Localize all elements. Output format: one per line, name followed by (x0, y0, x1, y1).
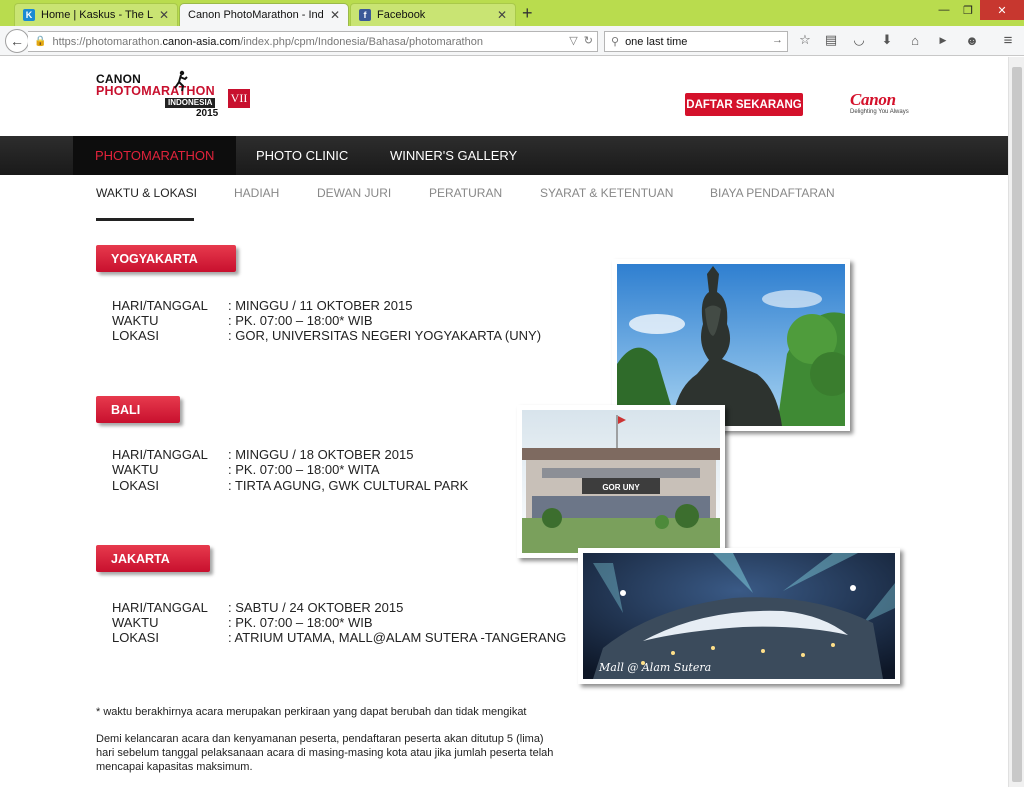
row-value: : MINGGU / 11 OKTOBER 2015 (228, 298, 413, 313)
back-arrow-icon: ← (10, 33, 24, 49)
tab-title: Facebook (377, 9, 426, 21)
row-label: LOKASI (112, 630, 159, 645)
reload-icon[interactable]: ↻ (584, 35, 593, 47)
row-label: WAKTU (112, 313, 159, 328)
pocket-icon[interactable]: ◡ (850, 31, 868, 49)
logo-indonesia: INDONESIA (165, 98, 216, 108)
search-value: one last time (625, 35, 688, 48)
gor-sign-text: GOR UNY (602, 483, 640, 492)
city-header-bali: BALI (96, 396, 180, 423)
url-path: /index.php/cpm/Indonesia/Bahasa/photomar… (240, 35, 483, 48)
close-window-icon[interactable]: ✕ (980, 0, 1024, 20)
row-value: : MINGGU / 18 OKTOBER 2015 (228, 447, 414, 462)
logo-badge: VII (228, 89, 250, 108)
search-field[interactable]: ⚲ one last time → (604, 31, 788, 52)
tab-canon[interactable]: Canon PhotoMarathon - Indo... ✕ (179, 3, 349, 26)
youtube-icon[interactable]: ▶ (934, 31, 952, 49)
url-domain: canon-asia.com (162, 35, 241, 48)
subnav-dewan-juri[interactable]: DEWAN JURI (317, 186, 391, 200)
tab-facebook[interactable]: f Facebook ✕ (350, 3, 516, 26)
row-value: : TIRTA AGUNG, GWK CULTURAL PARK (228, 478, 469, 493)
row-value: : PK. 07:00 – 18:00* WITA (228, 462, 380, 477)
row-value: : GOR, UNIVERSITAS NEGERI YOGYAKARTA (UN… (228, 328, 542, 343)
close-tab-icon[interactable]: ✕ (159, 8, 169, 22)
register-now-button[interactable]: DAFTAR SEKARANG (685, 93, 803, 116)
photomarathon-logo[interactable]: CANON PHOTOMARATHON INDONESIA 2015 VII (95, 70, 255, 122)
new-tab-button[interactable]: + (522, 4, 533, 22)
photographer-runner-icon (174, 70, 188, 92)
event-row: HARI/TANGGAL : MINGGU / 18 OKTOBER 2015 (112, 447, 413, 462)
event-row: LOKASI : ATRIUM UTAMA, MALL@ALAM SUTERA -… (112, 630, 566, 645)
event-row: HARI/TANGGAL : MINGGU / 11 OKTOBER 2015 (112, 298, 412, 313)
closing-note-line: mencapai kapasitas maksimum. (96, 761, 253, 773)
browser-toolbar: ← 🔒 https://photomarathon. canon-asia.com… (0, 26, 1024, 56)
minimize-icon[interactable]: — (932, 0, 956, 20)
active-subnav-underline (96, 218, 194, 221)
nav-photomarathon[interactable]: PHOTOMARATHON (73, 136, 237, 175)
row-label: HARI/TANGGAL (112, 298, 208, 313)
city-header-jakarta: JAKARTA (96, 545, 210, 572)
row-label: HARI/TANGGAL (112, 447, 208, 462)
search-icon: ⚲ (611, 36, 620, 48)
browser-titlebar: K Home | Kaskus - The Larg... ✕ Canon Ph… (0, 0, 1024, 26)
subnav-peraturan[interactable]: PERATURAN (429, 186, 502, 200)
row-label: HARI/TANGGAL (112, 600, 208, 615)
row-label: LOKASI (112, 328, 159, 343)
search-go-icon[interactable]: → (772, 34, 783, 46)
event-row: WAKTU : PK. 07:00 – 18:00* WITA (112, 462, 380, 477)
back-button[interactable]: ← (5, 29, 29, 53)
url-prefix: https://photomarathon. (52, 35, 163, 48)
brand-name: Canon (850, 90, 896, 109)
subnav-biaya-pendaftaran[interactable]: BIAYA PENDAFTARAN (710, 186, 835, 200)
row-value: : PK. 07:00 – 18:00* WIB (228, 313, 373, 328)
event-row: WAKTU : PK. 07:00 – 18:00* WIB (112, 615, 373, 630)
facebook-favicon-icon: f (359, 9, 371, 21)
dropdown-icon[interactable]: ▽ (569, 35, 577, 47)
row-label: WAKTU (112, 615, 159, 630)
lock-icon: 🔒 (34, 36, 47, 47)
event-row: WAKTU : PK. 07:00 – 18:00* WIB (112, 313, 373, 328)
page-scrollbar[interactable] (1008, 57, 1024, 787)
footnote-text: * waktu berakhirnya acara merupakan perk… (96, 706, 527, 718)
tab-title: Home | Kaskus - The Larg... (41, 9, 153, 21)
row-value: : SABTU / 24 OKTOBER 2015 (228, 600, 404, 615)
row-label: WAKTU (112, 462, 159, 477)
logo-photomarathon: PHOTOMARATHON (96, 84, 215, 98)
mall-caption-text: Mall @ Alam Sutera (598, 661, 711, 674)
scrollbar-thumb[interactable] (1012, 67, 1022, 782)
gor-uny-photo: GOR UNY (517, 405, 725, 558)
canon-brand-logo[interactable]: Canon Delighting You Always (850, 90, 909, 115)
brand-tagline: Delighting You Always (850, 109, 909, 115)
close-tab-icon[interactable]: ✕ (497, 8, 507, 22)
close-tab-icon[interactable]: ✕ (330, 8, 340, 22)
row-value: : PK. 07:00 – 18:00* WIB (228, 615, 373, 630)
event-row: LOKASI : TIRTA AGUNG, GWK CULTURAL PARK (112, 478, 468, 493)
menu-icon[interactable]: ≡ (999, 31, 1017, 49)
subnav-syarat-ketentuan[interactable]: SYARAT & KETENTUAN (540, 186, 673, 200)
address-bar[interactable]: 🔒 https://photomarathon. canon-asia.com/i… (28, 31, 598, 52)
tab-title: Canon PhotoMarathon - Indo... (188, 9, 324, 21)
restore-icon[interactable]: ❐ (956, 0, 980, 20)
nav-photo-clinic[interactable]: PHOTO CLINIC (256, 136, 348, 175)
main-navigation: PHOTOMARATHON PHOTO CLINIC WINNER'S GALL… (0, 136, 1008, 175)
closing-note-line: hari sebelum tanggal pelaksanaan acara d… (96, 747, 554, 759)
reading-list-icon[interactable]: ▤ (822, 31, 840, 49)
alam-sutera-mall-photo: Mall @ Alam Sutera (578, 548, 900, 684)
kaskus-favicon-icon: K (23, 9, 35, 21)
row-label: LOKASI (112, 478, 159, 493)
bookmark-star-icon[interactable]: ☆ (796, 31, 814, 49)
home-icon[interactable]: ⌂ (906, 31, 924, 49)
closing-note-line: Demi kelancaran acara dan kenyamanan pes… (96, 733, 544, 745)
tab-kaskus[interactable]: K Home | Kaskus - The Larg... ✕ (14, 3, 178, 26)
row-value: : ATRIUM UTAMA, MALL@ALAM SUTERA -TANGER… (228, 630, 567, 645)
city-header-yogyakarta: YOGYAKARTA (96, 245, 236, 272)
chat-icon[interactable]: ☻ (963, 31, 981, 49)
event-row: HARI/TANGGAL : SABTU / 24 OKTOBER 2015 (112, 600, 403, 615)
event-row: LOKASI : GOR, UNIVERSITAS NEGERI YOGYAKAR… (112, 328, 541, 343)
nav-winners-gallery[interactable]: WINNER'S GALLERY (390, 136, 517, 175)
subnav-waktu-lokasi[interactable]: WAKTU & LOKASI (96, 186, 197, 200)
subnav-hadiah[interactable]: HADIAH (234, 186, 279, 200)
logo-year: 2015 (196, 108, 219, 119)
downloads-icon[interactable]: ⬇ (878, 31, 896, 49)
